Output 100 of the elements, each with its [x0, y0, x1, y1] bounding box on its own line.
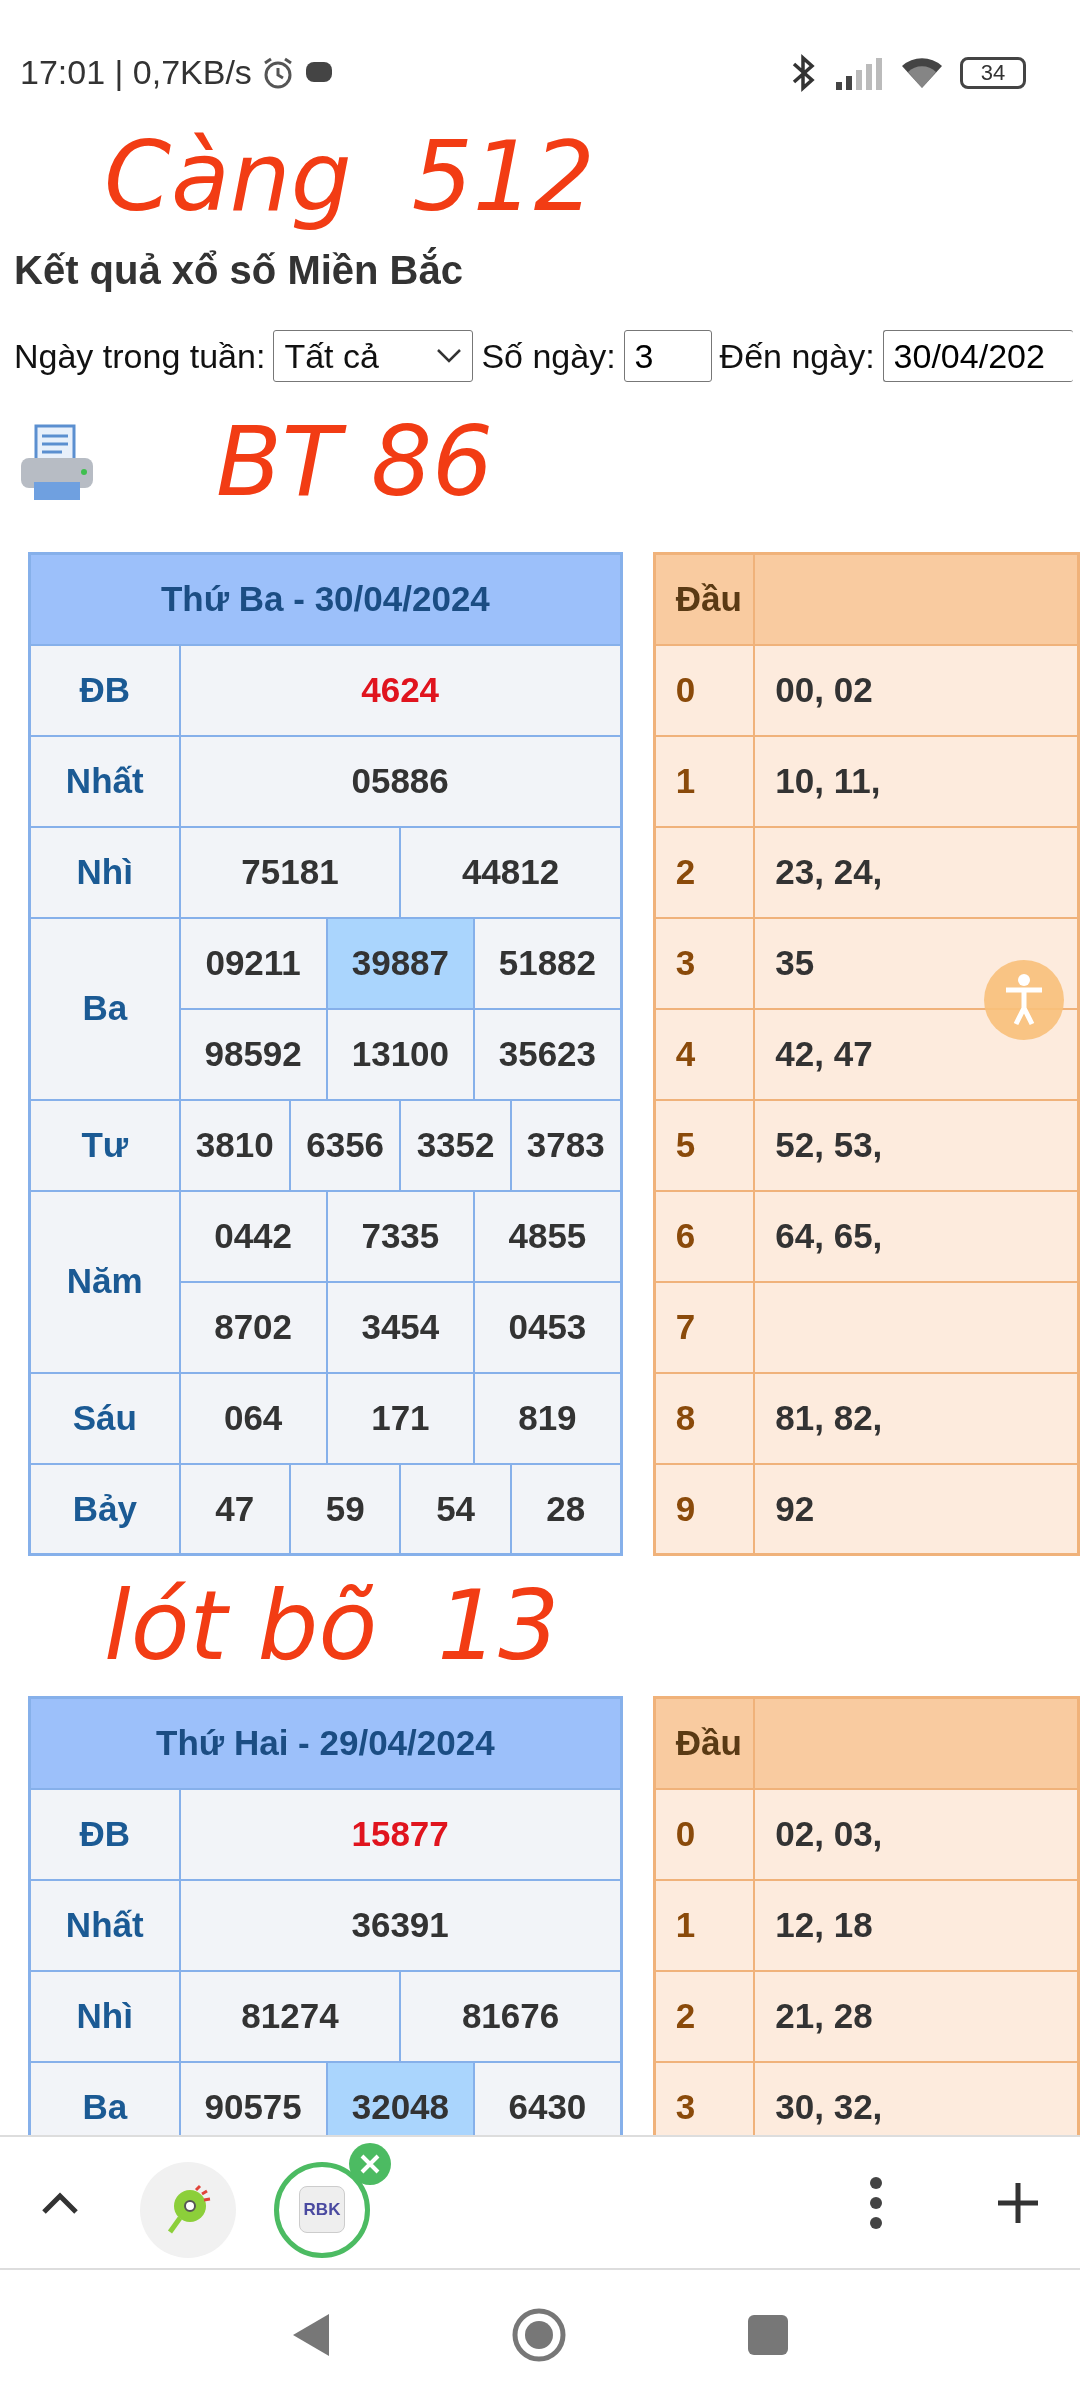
head-numbers: 92 [754, 1463, 1079, 1555]
head-digit: 0 [654, 1788, 755, 1880]
head-column-header: Đầu [654, 1697, 755, 1789]
prize-number: 35623 [474, 1008, 622, 1100]
plus-icon[interactable] [996, 2180, 1040, 2225]
result-header: Thứ Hai - 29/04/2024 [29, 1697, 622, 1789]
days-input[interactable]: 3 [623, 330, 712, 382]
prize-number: 8702 [179, 1281, 327, 1373]
close-icon[interactable] [348, 2141, 392, 2186]
prize-number: 09211 [179, 917, 327, 1009]
prize-number: 75181 [179, 826, 401, 918]
prize-number: 15877 [179, 1788, 622, 1880]
head-digit: 8 [654, 1372, 755, 1464]
prize-label: Ba [29, 2061, 180, 2135]
prize-label: Nhất [29, 735, 180, 827]
head-numbers: 00, 02 [754, 644, 1079, 736]
handwritten-note: BT 86 [216, 406, 494, 518]
prize-number: 4855 [474, 1190, 622, 1282]
caret-icon [436, 348, 463, 364]
head-digit: 2 [654, 1970, 755, 2062]
handwritten-note: lót bõ [104, 1570, 378, 1682]
head-digit: 1 [654, 1879, 755, 1971]
head-digit: 5 [654, 1099, 755, 1191]
head-digit: 0 [654, 644, 755, 736]
prize-number: 32048 [326, 2061, 474, 2135]
head-numbers: 64, 65, [754, 1190, 1079, 1282]
prize-number: 3810 [179, 1099, 290, 1191]
printer-icon[interactable] [18, 422, 96, 502]
prize-number: 39887 [326, 917, 474, 1009]
head-numbers: 10, 11, [754, 735, 1079, 827]
prize-number: 36391 [179, 1879, 622, 1971]
prize-label: Ba [29, 917, 180, 1100]
prize-number: 064 [179, 1372, 327, 1464]
prize-label: Bảy [29, 1463, 180, 1555]
head-digit: 3 [654, 917, 755, 1009]
handwritten-note: Càng [104, 122, 352, 233]
head-numbers: 52, 53, [754, 1099, 1079, 1191]
prize-number: 54 [400, 1463, 511, 1555]
head-numbers: 42, 47 [754, 1008, 1079, 1100]
wifi-icon [900, 55, 944, 90]
battery-icon: 34 [960, 56, 1026, 89]
prize-number: 28 [510, 1463, 622, 1555]
head-numbers: 30, 32, [754, 2061, 1079, 2135]
handwritten-note: 512 [411, 122, 595, 233]
head-digit: 4 [654, 1008, 755, 1100]
prize-number: 05886 [179, 735, 622, 827]
head-numbers: 23, 24, [754, 826, 1079, 918]
head-digit: 1 [654, 735, 755, 827]
prize-number: 47 [179, 1463, 290, 1555]
filter-label: Số ngày: [481, 335, 616, 377]
prize-label: Sáu [29, 1372, 180, 1464]
prize-number: 0453 [474, 1281, 622, 1373]
head-digit: 3 [654, 2061, 755, 2135]
prize-number: 171 [326, 1372, 474, 1464]
prize-label: Năm [29, 1190, 180, 1373]
head-digit: 6 [654, 1190, 755, 1282]
prize-number: 51882 [474, 917, 622, 1009]
filter-label: Đến ngày: [719, 335, 875, 377]
head-numbers: 81, 82, [754, 1372, 1079, 1464]
prize-label: Nhất [29, 1879, 180, 1971]
handwritten-note: 13 [437, 1570, 560, 1682]
date-input[interactable]: 30/04/202 [882, 330, 1073, 382]
head-digit: 9 [654, 1463, 755, 1555]
prize-number: 13100 [326, 1008, 474, 1100]
prize-number: 7335 [326, 1190, 474, 1282]
prize-label: Nhì [29, 826, 180, 918]
head-digit: 2 [654, 826, 755, 918]
prize-label: ĐB [29, 1788, 180, 1880]
back-icon[interactable] [291, 2312, 331, 2358]
page-title: Kết quả xổ số Miền Bắc [14, 246, 464, 294]
prize-number: 3783 [510, 1099, 622, 1191]
prize-number: 98592 [179, 1008, 327, 1100]
weekday-select[interactable]: Tất cả [273, 330, 474, 382]
prize-number: 6356 [289, 1099, 401, 1191]
prize-number: 6430 [474, 2061, 622, 2135]
result-header: Thứ Ba - 30/04/2024 [29, 553, 622, 645]
recents-icon[interactable] [747, 2314, 789, 2356]
signal-icon [834, 55, 884, 90]
prize-number: 81274 [179, 1970, 401, 2062]
head-column-header: Đầu [654, 553, 755, 645]
prize-number: 3454 [326, 1281, 474, 1373]
head-numbers: 02, 03, [754, 1788, 1079, 1880]
prize-number: 90575 [179, 2061, 327, 2135]
prize-number: 59 [289, 1463, 401, 1555]
prize-label: Tư [29, 1099, 180, 1191]
prize-number: 44812 [400, 826, 622, 918]
prize-number: 0442 [179, 1190, 327, 1282]
head-digit: 7 [654, 1281, 755, 1373]
tab-logo: RBK [298, 2185, 346, 2234]
prize-label: ĐB [29, 644, 180, 736]
prize-number: 819 [474, 1372, 622, 1464]
prize-number: 4624 [179, 644, 622, 736]
prize-label: Nhì [29, 1970, 180, 2062]
filter-label: Ngày trong tuần: [14, 335, 266, 377]
head-numbers: 21, 28 [754, 1970, 1079, 2062]
prize-number: 3352 [400, 1099, 511, 1191]
home-icon[interactable] [511, 2307, 567, 2363]
prize-number: 81676 [400, 1970, 622, 2062]
status-time: 17:01 | 0,7KB/s [20, 52, 252, 93]
head-numbers: 12, 18 [754, 1879, 1079, 1971]
